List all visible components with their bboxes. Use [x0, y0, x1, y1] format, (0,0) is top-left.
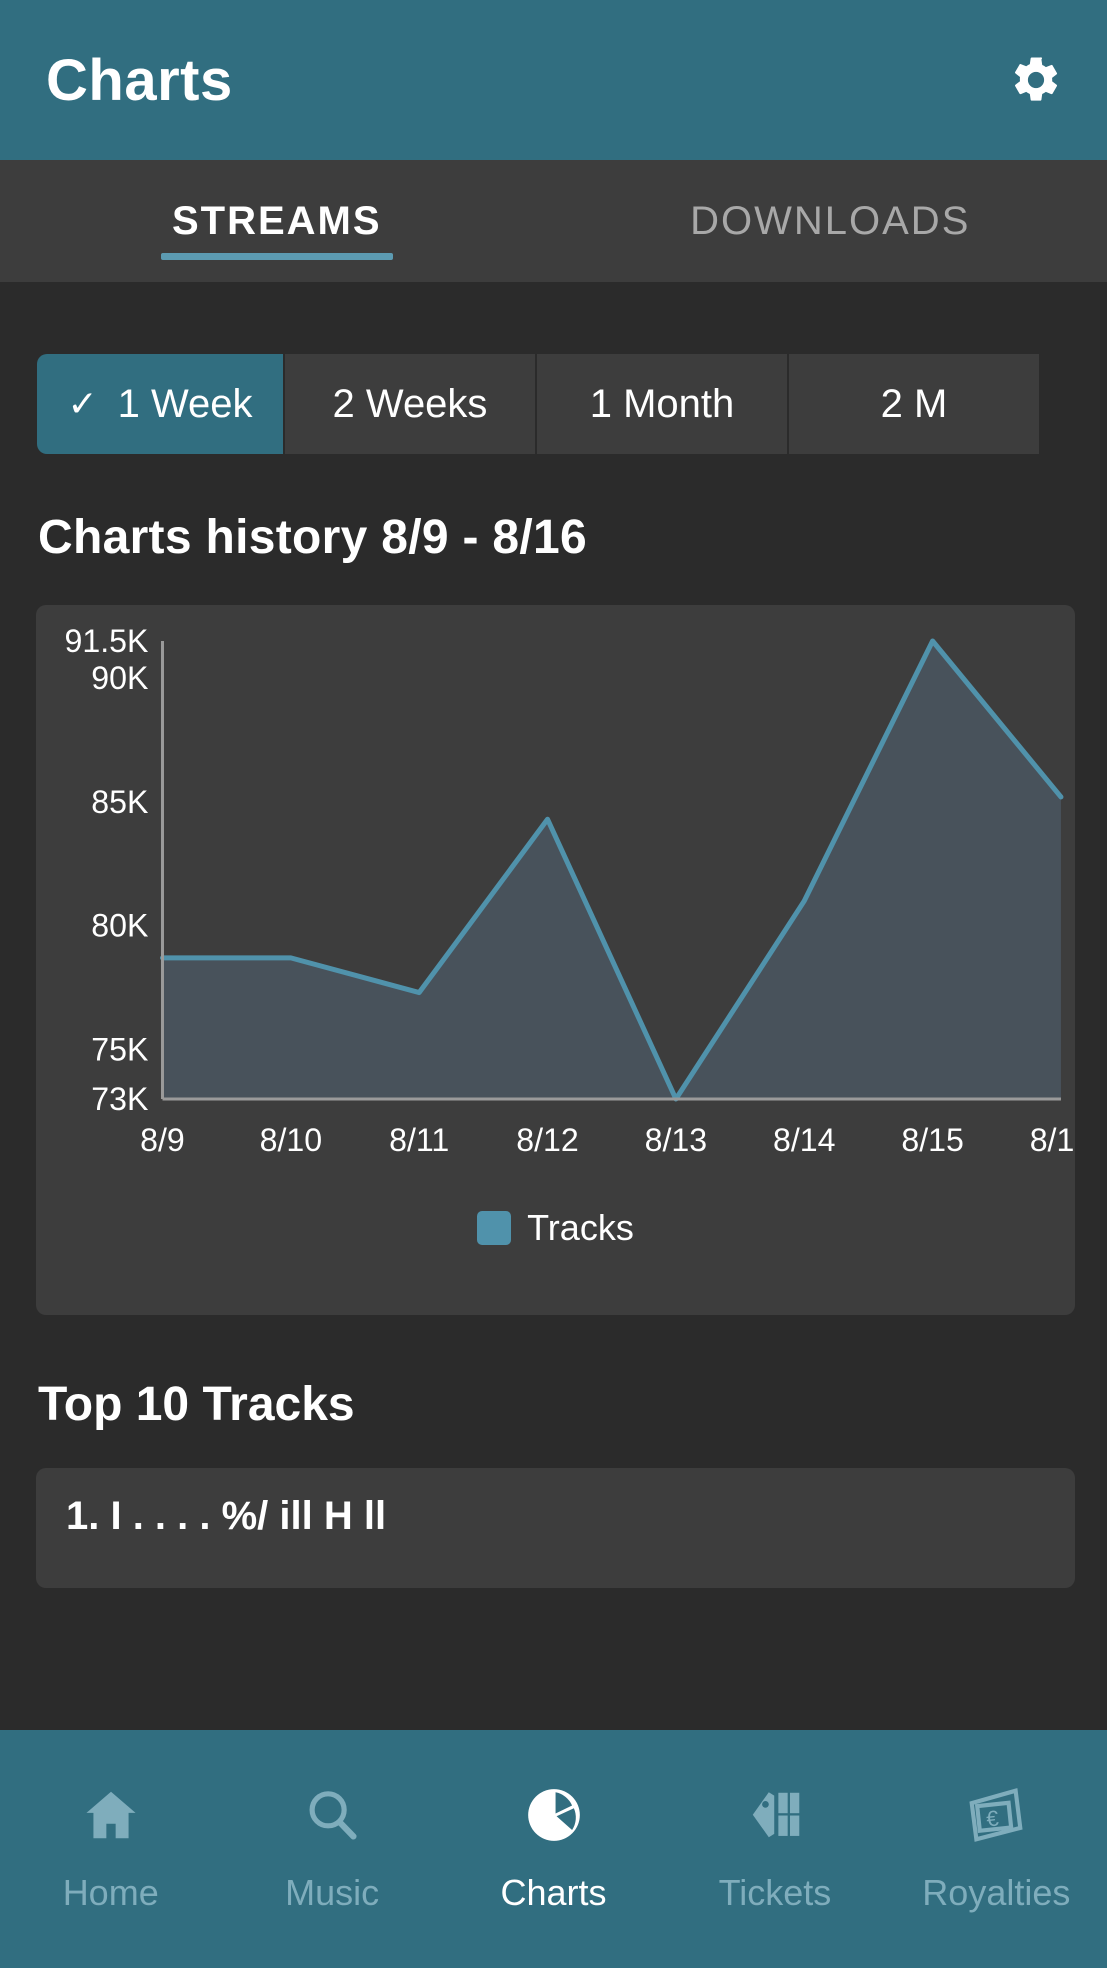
svg-text:85K: 85K	[91, 784, 149, 820]
svg-text:8/13: 8/13	[645, 1122, 707, 1158]
svg-text:80K: 80K	[91, 908, 149, 944]
track-row-text: 1. I . . . . %/ ill H ll	[66, 1494, 387, 1538]
svg-text:8/10: 8/10	[260, 1122, 322, 1158]
bottom-navigation: Home Music Charts Tickets € Royalties	[0, 1730, 1107, 1968]
filter-chip-2-weeks-label: 2 Weeks	[332, 381, 488, 426]
tab-downloads[interactable]: DOWNLOADS	[554, 160, 1107, 282]
money-euro-icon: €	[969, 1788, 1023, 1842]
filter-chip-2-weeks[interactable]: 2 Weeks	[285, 354, 537, 454]
svg-text:€: €	[985, 1805, 1000, 1831]
check-icon: ✓	[67, 383, 98, 424]
tab-bar: STREAMS DOWNLOADS	[0, 160, 1107, 282]
charts-history-heading: Charts history 8/9 - 8/16	[38, 511, 588, 564]
page-title: Charts	[46, 47, 233, 113]
ticket-icon	[752, 1792, 800, 1838]
top-tracks-heading: Top 10 Tracks	[38, 1378, 355, 1431]
charts-screen: Charts STREAMS DOWNLOADS ✓ 1 Week 2 Week…	[0, 0, 1107, 1968]
nav-item-royalties[interactable]: € Royalties	[886, 1784, 1107, 1914]
filter-chip-1-month-label: 1 Month	[589, 381, 735, 426]
filter-chip-1-month[interactable]: 1 Month	[537, 354, 789, 454]
nav-label-home: Home	[62, 1872, 159, 1913]
nav-label-tickets: Tickets	[718, 1872, 832, 1913]
filter-chip-2-months[interactable]: 2 M	[789, 354, 1041, 454]
svg-text:8/16: 8/16	[1030, 1122, 1075, 1158]
tab-streams[interactable]: STREAMS	[0, 160, 554, 282]
svg-text:90K: 90K	[91, 660, 149, 696]
period-filter-group[interactable]: ✓ 1 Week 2 Weeks 1 Month 2 M	[0, 354, 1107, 454]
home-icon	[86, 1791, 136, 1839]
top-tracks-first-row[interactable]: 1. I . . . . %/ ill H ll	[36, 1468, 1075, 1588]
filter-chip-1-week[interactable]: ✓ 1 Week	[37, 354, 285, 454]
svg-text:8/11: 8/11	[389, 1122, 449, 1158]
pie-chart-icon	[527, 1789, 580, 1841]
nav-label-royalties: Royalties	[922, 1872, 1071, 1913]
filter-chip-1-week-label: 1 Week	[117, 381, 253, 426]
charts-history-card: 91.5K 90K 85K 80K 75K 73K 8/9 8/10 8/11 8/12 8/13 8…	[36, 605, 1075, 1315]
nav-item-home[interactable]: Home	[0, 1784, 221, 1914]
svg-text:73K: 73K	[91, 1081, 149, 1117]
svg-text:91.5K: 91.5K	[65, 623, 150, 659]
filter-section: ✓ 1 Week 2 Weeks 1 Month 2 M	[0, 282, 1107, 454]
streams-line-chart: 91.5K90K 85K 80K 75K 73K 8/9 8/10 8/11 8/12 8/13 8…	[65, 623, 1075, 1158]
svg-text:8/9: 8/9	[140, 1122, 185, 1158]
nav-item-charts[interactable]: Charts	[443, 1784, 664, 1914]
nav-label-music: Music	[285, 1872, 380, 1913]
tab-downloads-label: DOWNLOADS	[690, 198, 971, 243]
svg-text:8/12: 8/12	[516, 1122, 578, 1158]
filter-chip-2-months-label: 2 M	[880, 381, 948, 426]
legend-label-tracks: Tracks	[527, 1207, 634, 1248]
svg-text:8/15: 8/15	[901, 1122, 963, 1158]
search-icon	[309, 1791, 357, 1840]
chart-legend: Tracks	[36, 1207, 1075, 1249]
legend-swatch-tracks	[477, 1211, 512, 1245]
app-bar: Charts	[0, 0, 1107, 160]
settings-button[interactable]	[1009, 53, 1063, 107]
nav-label-charts: Charts	[500, 1872, 607, 1913]
svg-text:8/14: 8/14	[773, 1122, 835, 1158]
gear-icon	[1015, 57, 1058, 101]
nav-item-tickets[interactable]: Tickets	[664, 1784, 885, 1914]
tab-streams-label: STREAMS	[171, 198, 382, 243]
svg-text:75K: 75K	[91, 1032, 149, 1068]
tab-active-indicator	[160, 253, 393, 260]
nav-item-music[interactable]: Music	[221, 1784, 442, 1914]
